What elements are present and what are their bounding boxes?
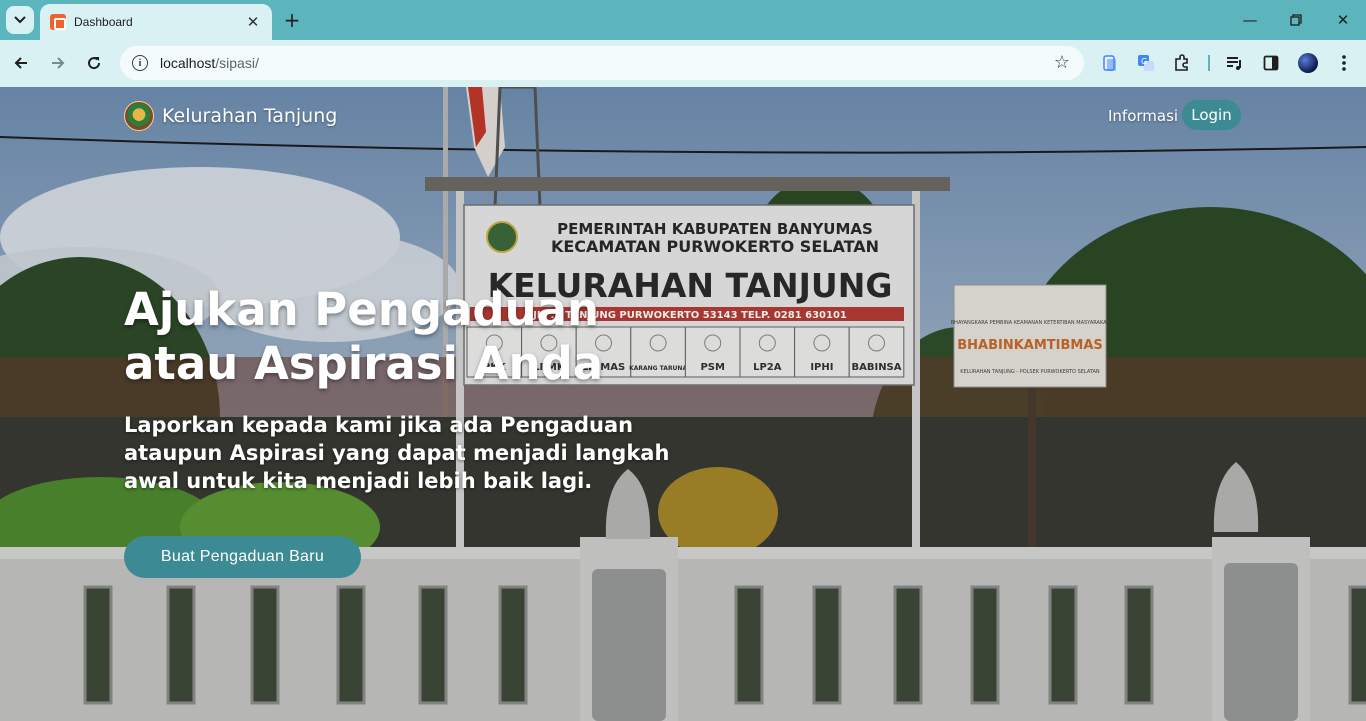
new-tab-button[interactable]: + bbox=[280, 8, 304, 32]
reload-icon[interactable] bbox=[81, 50, 107, 76]
browser-toolbar: i localhost/sipasi/ ☆ G bbox=[0, 40, 1366, 87]
nav-link-informasi[interactable]: Informasi bbox=[1108, 107, 1178, 125]
side-panel-icon[interactable] bbox=[1260, 52, 1282, 74]
hero-overlay bbox=[0, 87, 1366, 721]
tab-title: Dashboard bbox=[74, 15, 133, 29]
xampp-favicon-icon bbox=[50, 14, 66, 30]
site-info-icon[interactable]: i bbox=[132, 55, 148, 71]
hero-subtitle: Laporkan kepada kami jika ada Pengaduan … bbox=[124, 413, 670, 493]
browser-tab[interactable]: Dashboard ✕ bbox=[40, 4, 272, 40]
address-bar[interactable]: i localhost/sipasi/ ☆ bbox=[120, 46, 1084, 80]
close-tab-icon[interactable]: ✕ bbox=[244, 13, 262, 31]
login-button[interactable]: Login bbox=[1182, 100, 1241, 130]
back-arrow-icon[interactable] bbox=[8, 50, 34, 76]
url-text: localhost/sipasi/ bbox=[160, 55, 259, 71]
forward-arrow-icon[interactable] bbox=[45, 50, 71, 76]
tab-copy-icon[interactable] bbox=[1099, 52, 1121, 74]
toolbar-separator bbox=[1208, 55, 1210, 71]
svg-text:G: G bbox=[1141, 57, 1147, 66]
close-window-icon[interactable]: ✕ bbox=[1331, 8, 1355, 32]
page-viewport: PEMERINTAH KABUPATEN BANYUMAS KECAMATAN … bbox=[0, 87, 1366, 721]
navbar-brand[interactable]: Kelurahan Tanjung bbox=[124, 101, 337, 131]
extensions-puzzle-icon[interactable] bbox=[1171, 52, 1193, 74]
tab-search-button[interactable] bbox=[6, 6, 34, 34]
minimize-icon[interactable]: — bbox=[1238, 8, 1262, 32]
hero-title: Ajukan Pengaduan atau Aspirasi Anda bbox=[124, 283, 604, 390]
media-queue-icon[interactable] bbox=[1224, 52, 1246, 74]
profile-avatar-icon[interactable] bbox=[1297, 52, 1319, 74]
kelurahan-logo-icon bbox=[124, 101, 154, 131]
chevron-down-icon bbox=[14, 16, 26, 24]
bookmark-star-icon[interactable]: ☆ bbox=[1054, 52, 1070, 73]
google-translate-icon[interactable]: G bbox=[1135, 52, 1157, 74]
restore-icon[interactable] bbox=[1284, 8, 1308, 32]
menu-kebab-icon[interactable] bbox=[1333, 52, 1355, 74]
new-complaint-button[interactable]: Buat Pengaduan Baru bbox=[124, 536, 361, 578]
brand-name: Kelurahan Tanjung bbox=[162, 105, 338, 127]
tab-strip: Dashboard ✕ + — ✕ bbox=[0, 0, 1366, 40]
